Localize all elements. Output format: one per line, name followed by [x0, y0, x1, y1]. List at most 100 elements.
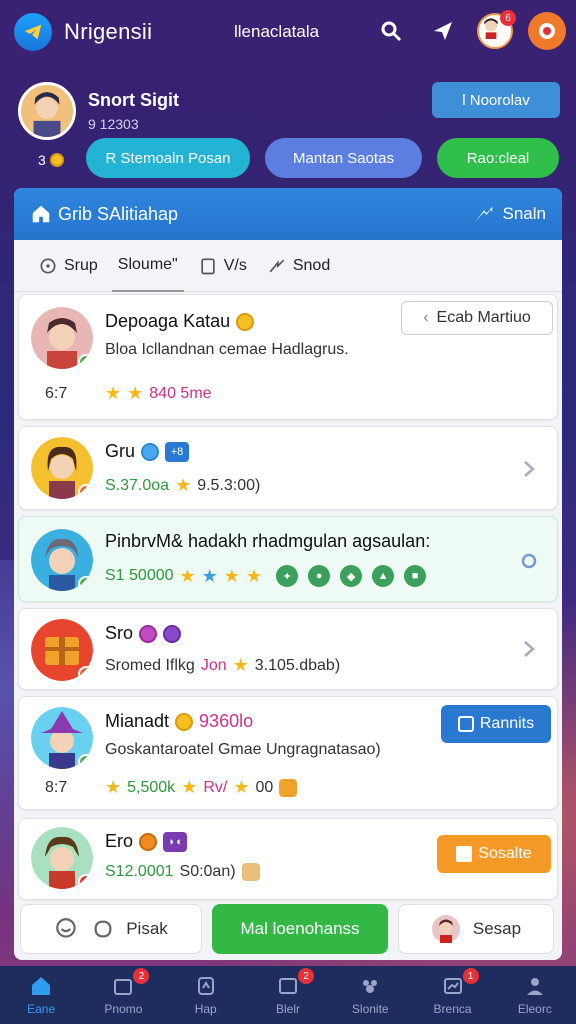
game-hub-icon[interactable] [528, 12, 566, 50]
card-action-button[interactable]: Sosalte [437, 835, 551, 873]
people-icon [363, 980, 378, 993]
card-stat-text: 00 [255, 778, 274, 796]
card-action-button[interactable]: ‹ Ecab Martiuo [401, 301, 553, 335]
card-title-text: Depoaga Katau [105, 311, 231, 331]
list-item[interactable]: Mianadt 9360lo Goskantaroatel Gmae Ungra… [18, 696, 558, 810]
card-title-highlight: 9360lo [199, 711, 254, 731]
action-row: Pisak Mal loenohanss Sesap [20, 904, 556, 956]
profile-section: Snort Sigit 9 12303 l Noorolav 3 R Stemo… [0, 64, 576, 188]
action-button-3[interactable]: Sesap [398, 904, 554, 954]
edit-icon [456, 846, 473, 862]
star-icon: ★ [105, 777, 122, 797]
coin-count: 3 [38, 152, 46, 168]
tab-group[interactable]: Srup [32, 240, 104, 292]
nav-board[interactable]: 2 Blelr [248, 968, 328, 1016]
achievement-icon: ■ [404, 565, 427, 587]
profile-avatar[interactable] [18, 82, 76, 140]
tab-bar: Srup Sloume" V/s Snod [14, 240, 562, 292]
tab-volume-label: Sloume" [117, 255, 178, 273]
refresh-icon[interactable] [519, 551, 539, 571]
card-stats: S12.0001 S0:0an) [105, 863, 260, 881]
status-badge [78, 666, 93, 681]
card-description: Sromed Iflkg [105, 656, 195, 674]
notification-avatar[interactable]: 6 [476, 10, 516, 50]
card-amount: S12.0001 [105, 863, 174, 880]
card-action-button[interactable]: Rannits [441, 705, 551, 743]
chat-icon [94, 920, 112, 938]
achievement-icon: ◆ [340, 565, 363, 587]
card-title: Ero ◗◖ [105, 831, 188, 852]
user-icon [526, 978, 543, 995]
nav-stats[interactable]: 1 Brenca [413, 968, 493, 1016]
coin-counter: 3 [38, 152, 64, 168]
list-item[interactable]: PinbrvM& hadakh rhadmgulan agsaulan: S1 … [18, 516, 558, 602]
coin-icon [139, 832, 158, 851]
header-center-text: llenaclatala [234, 22, 320, 41]
send-icon[interactable] [424, 12, 462, 50]
card-stat-text: S0:0an) [179, 863, 236, 880]
card-amount: S1 50000 [105, 567, 174, 584]
star-icon: ★ [201, 565, 218, 586]
card-description: Goskantaroatel Gmae Ungragnatasao) [105, 741, 381, 758]
nav-badge: 1 [462, 968, 479, 984]
list-item[interactable]: Ero ◗◖ S12.0001 S0:0an) Sosalte [18, 818, 558, 900]
star-icon: ★ [233, 777, 250, 797]
chevron-right-icon[interactable] [519, 639, 539, 659]
tab-send[interactable]: Snod [261, 240, 336, 292]
nav-social[interactable]: Slonite [330, 974, 410, 1016]
chevron-right-icon[interactable] [519, 459, 539, 479]
avatar [31, 307, 93, 369]
tab-vs[interactable]: V/s [192, 240, 253, 292]
card-action-label: Rannits [479, 715, 535, 732]
card-stat-text: 9.5.3:00) [197, 476, 261, 494]
profile-id: 9 12303 [88, 116, 139, 132]
level-badge: +8 [165, 441, 190, 462]
search-icon[interactable] [372, 12, 410, 50]
achievement-icons: ✦ ● ◆ ▲ ■ [276, 565, 427, 587]
card-action-label: Sosalte [478, 845, 532, 862]
panel-share-label: Snaln [502, 204, 546, 223]
avatar [31, 437, 93, 499]
coin-icon [175, 712, 194, 731]
action-button-2[interactable]: Mal loenohanss [212, 904, 388, 954]
tab-send-label: Snod [292, 256, 331, 274]
pill-button-3[interactable]: Rao:cleal [437, 138, 559, 178]
card-stats: S1 50000 ★ ★ ★ ★ ✦ ● ◆ ▲ ■ [105, 565, 427, 587]
action-button-1[interactable]: Pisak [20, 904, 202, 954]
achievement-icon: ● [308, 565, 331, 587]
action-label-1: Pisak [126, 919, 168, 938]
card-stats: Sromed Iflkg Jon ★ 3.105.dbab) [105, 655, 340, 676]
star-icon: ★ [127, 383, 144, 403]
profile-action-button[interactable]: l Noorolav [432, 82, 560, 118]
card-title: Mianadt 9360lo [105, 711, 253, 732]
list-item[interactable]: Sro Sromed Iflkg Jon ★ 3.105.dbab) [18, 608, 558, 690]
panel-share-button[interactable]: Snaln [473, 203, 546, 225]
verified-coin-icon [236, 312, 255, 331]
nav-profile[interactable]: Eleorc [495, 974, 575, 1016]
card-rating: ★ ★ 840 5me [105, 383, 212, 404]
star-icon: ★ [105, 383, 122, 403]
nav-map[interactable]: Hap [166, 974, 246, 1016]
nav-badge: 2 [297, 968, 314, 984]
list-item[interactable]: Gru +8 S.37.0oa ★ 9.5.3:00) [18, 426, 558, 510]
status-badge [78, 874, 93, 889]
home-icon [32, 205, 50, 223]
pill-button-2[interactable]: Mantan Saotas [265, 138, 422, 178]
online-badge [78, 576, 93, 591]
nav-promo[interactable]: 2 Pnomo [83, 968, 163, 1016]
app-logo-icon[interactable] [14, 13, 52, 51]
tab-volume[interactable]: Sloume" [111, 240, 184, 292]
tab-vs-label: V/s [223, 256, 247, 274]
nav-home[interactable]: Eane [1, 974, 81, 1016]
avatar [31, 827, 93, 889]
avatar [31, 619, 93, 681]
card-title-text: Gru [105, 441, 136, 461]
list-item[interactable]: Depoaga Katau Bloa Icllandnan cemae Hadl… [18, 294, 558, 420]
tab-group-label: Srup [64, 256, 98, 274]
top-bar: Nrigensii llenaclatala 6 [0, 0, 576, 64]
card-title: Depoaga Katau [105, 311, 255, 332]
pill-button-1[interactable]: R Stemoaln Posan [86, 138, 250, 178]
map-icon [197, 977, 214, 995]
user-avatar-icon [431, 915, 460, 943]
card-stats: S.37.0oa ★ 9.5.3:00) [105, 475, 260, 496]
